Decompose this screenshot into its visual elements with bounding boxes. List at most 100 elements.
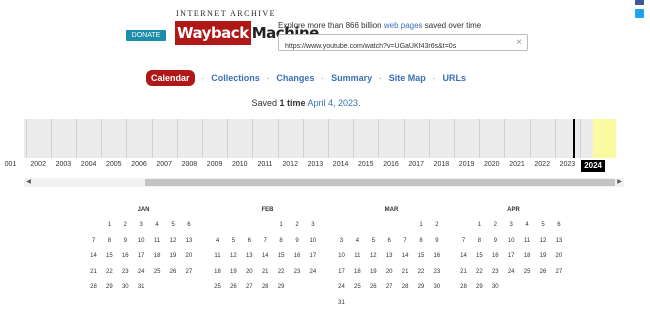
year-label[interactable]: 2016 [379, 161, 404, 168]
saved-date-link[interactable]: April 4, 2023. [308, 98, 361, 108]
timeline-year-column[interactable] [428, 119, 430, 158]
calendar-day: 6 [557, 222, 561, 228]
capture-marker[interactable] [573, 119, 575, 158]
timeline-year-column[interactable] [454, 119, 455, 158]
calendar-day: 2 [295, 222, 299, 228]
year-label[interactable]: 2008 [177, 161, 202, 168]
calendar-day: 1 [107, 222, 112, 228]
facebook-icon[interactable] [635, 0, 644, 5]
scroll-right-icon[interactable]: ▶ [615, 178, 624, 187]
year-label[interactable]: 2005 [101, 161, 126, 168]
tab-calendar[interactable]: Calendar [146, 70, 195, 86]
calendar-day: 17 [137, 253, 145, 259]
timeline-year-column[interactable] [302, 119, 304, 158]
year-label[interactable]: 2020 [479, 161, 504, 168]
year-label[interactable]: 2021 [505, 161, 530, 168]
timeline-year-column[interactable] [328, 119, 329, 158]
year-label[interactable]: 2019 [454, 161, 479, 168]
calendar-day: 28 [460, 284, 467, 290]
year-label[interactable]: 2013 [303, 161, 328, 168]
calendar-day: 18 [214, 268, 221, 275]
timeline-scrollbar[interactable]: ◀ ▶ [24, 178, 624, 187]
timeline-year-column[interactable] [126, 119, 128, 158]
year-label[interactable]: 2002 [26, 161, 51, 168]
year-label[interactable]: 2007 [152, 161, 177, 168]
timeline-year-column[interactable] [378, 119, 380, 158]
year-label[interactable]: 2015 [353, 161, 378, 168]
year-label[interactable]: 2014 [328, 161, 353, 168]
timeline-year-column[interactable] [101, 119, 103, 158]
tab-summary[interactable]: Summary [331, 73, 372, 83]
timeline-year-column[interactable] [202, 119, 203, 158]
year-label[interactable]: 2012 [278, 161, 303, 168]
timeline-year-column[interactable] [176, 119, 178, 158]
calendar-day: 12 [539, 237, 547, 244]
timeline-year-column[interactable] [277, 119, 279, 158]
explore-text: Explore more than 866 billion web pages … [278, 21, 481, 30]
timeline-year-column[interactable] [76, 119, 77, 158]
year-label[interactable]: 2011 [253, 161, 278, 168]
timeline-year-column[interactable] [252, 119, 254, 158]
logo-internet-archive-text[interactable]: INTERNET ARCHIVE [176, 9, 276, 18]
tab-site-map[interactable]: Site Map [389, 73, 426, 83]
calendar-day: 25 [523, 268, 531, 275]
year-label[interactable]: 2004 [76, 161, 101, 168]
timeline-year-column[interactable] [529, 119, 531, 158]
calendar-day: 19 [369, 268, 377, 275]
capture-timeline[interactable] [24, 119, 616, 158]
year-label[interactable]: 2018 [429, 161, 454, 168]
twitter-icon[interactable] [635, 9, 644, 18]
calendar-day: 21 [460, 268, 467, 275]
nav-separator: · [432, 73, 436, 83]
calendar-day: 26 [369, 284, 377, 290]
year-label[interactable]: 2023 [555, 161, 580, 168]
year-label[interactable]: 2009 [202, 161, 227, 168]
year-label-current[interactable]: 2024 [581, 160, 606, 172]
year-label-partial[interactable]: 001 [0, 161, 23, 168]
calendar-day: 13 [385, 253, 393, 259]
web-pages-link[interactable]: web pages [384, 21, 423, 30]
clear-icon[interactable]: × [516, 36, 522, 49]
tab-changes[interactable]: Changes [276, 73, 314, 83]
timeline-year-column[interactable] [353, 119, 355, 158]
timeline-year-column[interactable] [50, 119, 52, 158]
year-label[interactable]: 2010 [227, 161, 252, 168]
scrollbar-thumb[interactable] [145, 179, 615, 186]
calendar-day: 23 [121, 268, 129, 275]
calendar-day: 26 [539, 268, 547, 275]
year-label[interactable]: 2006 [127, 161, 152, 168]
calendar-day: 15 [277, 253, 285, 259]
timeline-year-column[interactable] [403, 119, 405, 158]
timeline-year-column[interactable] [504, 119, 506, 158]
month-apr: APR 1 2 3 4 5 6 7 8 9 10 11 12 13 14 15 16 17 18 19 20 21 22 23… [456, 207, 571, 290]
timeline-year-column[interactable] [151, 119, 153, 158]
calendar-day: 7 [403, 237, 407, 244]
tab-urls[interactable]: URLs [442, 73, 466, 83]
calendar-day: 3 [139, 222, 143, 228]
url-search-input[interactable] [279, 39, 505, 54]
calendar-day: 23 [491, 268, 499, 275]
calendar-day: 17 [338, 268, 345, 275]
calendar-day: 11 [153, 237, 161, 244]
donate-button[interactable]: DONATE [126, 30, 166, 41]
timeline-year-column[interactable] [580, 119, 581, 158]
timeline-year-column[interactable] [227, 119, 229, 158]
calendar-day: 14 [401, 253, 409, 259]
calendar-day: 9 [123, 237, 127, 244]
calendar-day: 9 [435, 237, 439, 244]
current-year-highlight [593, 119, 616, 158]
year-label[interactable]: 2017 [404, 161, 429, 168]
timeline-year-column[interactable] [554, 119, 556, 158]
tab-collections[interactable]: Collections [211, 73, 260, 83]
url-search-box[interactable]: × [278, 34, 528, 54]
year-label[interactable]: 2022 [530, 161, 555, 168]
nav-separator: · [379, 73, 382, 83]
calendar-day: 22 [417, 268, 425, 275]
timeline-year-column[interactable] [479, 119, 481, 158]
month-mar: MAR 1 2 3 4 5 6 7 8 9 10 11 12 13 14 15 16 17 18 19 20 21 22 23… [334, 207, 449, 306]
timeline-year-column[interactable] [25, 119, 27, 158]
year-label[interactable]: 2003 [51, 161, 76, 168]
saved-count: 1 time [279, 98, 306, 108]
scroll-left-icon[interactable]: ◀ [24, 178, 33, 187]
calendar-day: 10 [309, 237, 317, 244]
